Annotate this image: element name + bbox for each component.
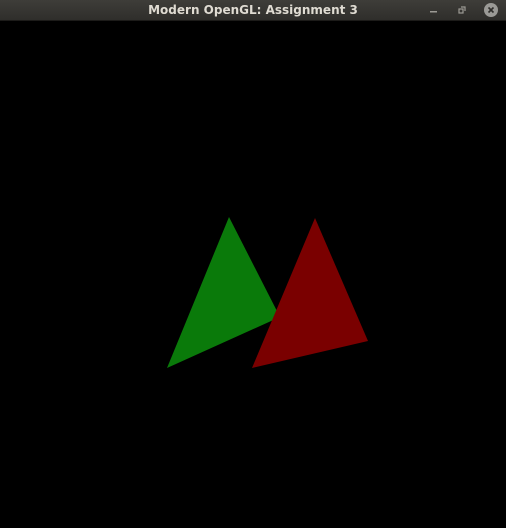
opengl-viewport[interactable] (0, 21, 506, 528)
app-window: Modern OpenGL: Assignment 3 (0, 0, 506, 528)
maximize-button[interactable] (453, 1, 471, 19)
window-titlebar[interactable]: Modern OpenGL: Assignment 3 (0, 0, 506, 21)
close-button[interactable] (482, 1, 500, 19)
minimize-icon (430, 11, 437, 13)
red-triangle (252, 218, 368, 368)
restore-icon (458, 6, 466, 14)
minimize-button[interactable] (425, 1, 443, 19)
close-icon (484, 3, 498, 17)
scene-render (167, 217, 368, 368)
